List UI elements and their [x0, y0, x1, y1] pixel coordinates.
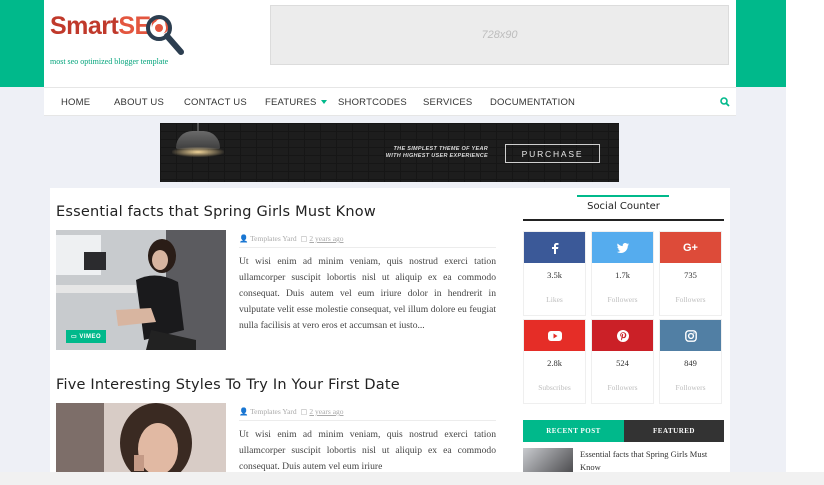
- divider: [523, 219, 724, 221]
- tab-featured[interactable]: FEATURED: [624, 420, 724, 442]
- post-title[interactable]: Five Interesting Styles To Try In Your F…: [56, 377, 400, 393]
- main-navigation: HOME ABOUT US CONTACT US FEATURES SHORTC…: [44, 87, 736, 116]
- header-accent-band-right: [736, 0, 786, 87]
- facebook-label: Likes: [546, 295, 563, 304]
- calendar-icon: ▢: [300, 234, 308, 243]
- google-plus-count: 735: [684, 270, 697, 280]
- twitter-label: Followers: [607, 295, 638, 304]
- magnifier-logo-icon: [146, 15, 184, 55]
- banner-tagline-line2: WITH HIGHEST USER EXPERIENCE: [385, 153, 488, 159]
- search-icon[interactable]: [720, 97, 730, 107]
- banner-tagline-line1: THE SIMPLEST THEME OF YEAR: [393, 146, 488, 152]
- nav-item-contact-us[interactable]: CONTACT US: [184, 97, 247, 108]
- instagram-label: Followers: [675, 383, 706, 392]
- nav-item-about-us[interactable]: ABOUT US: [114, 97, 164, 108]
- facebook-count: 3.5k: [547, 270, 562, 280]
- lamp-glow: [172, 147, 224, 157]
- post-title[interactable]: Essential facts that Spring Girls Must K…: [56, 204, 376, 220]
- site-tagline: most seo optimized blogger template: [50, 57, 169, 66]
- lamp-cord: [197, 123, 199, 131]
- ad-placeholder-728x90[interactable]: 728x90: [270, 5, 729, 65]
- horizontal-scrollbar[interactable]: [0, 472, 824, 485]
- social-counter-title: Social Counter: [587, 201, 660, 212]
- header-accent-band-left: [0, 0, 44, 87]
- divider: [239, 420, 496, 421]
- social-youtube[interactable]: 2.8k Subscribes: [523, 319, 586, 404]
- nav-item-services[interactable]: SERVICES: [423, 97, 472, 108]
- post-author[interactable]: Templates Yard: [250, 407, 297, 416]
- nav-item-features[interactable]: FEATURES: [265, 97, 327, 108]
- youtube-count: 2.8k: [547, 358, 562, 368]
- banner-tagline: THE SIMPLEST THEME OF YEAR WITH HIGHEST …: [358, 146, 488, 160]
- google-plus-icon: G+: [660, 232, 721, 263]
- chevron-down-icon: [320, 100, 327, 105]
- post-thumbnail[interactable]: ▭ VIMEO: [56, 230, 226, 350]
- badge-label: VIMEO: [79, 334, 102, 340]
- post-excerpt: Ut wisi enim ad minim veniam, quis nostr…: [239, 429, 496, 472]
- video-category-badge[interactable]: ▭ VIMEO: [66, 330, 107, 343]
- pinterest-label: Followers: [607, 383, 638, 392]
- nav-item-home[interactable]: HOME: [61, 97, 90, 108]
- nav-item-shortcodes[interactable]: SHORTCODES: [338, 97, 407, 108]
- post-thumbnail[interactable]: [56, 403, 226, 472]
- social-pinterest[interactable]: 524 Followers: [591, 319, 654, 404]
- social-twitter[interactable]: 1.7k Followers: [591, 231, 654, 316]
- sidebar-tabs: RECENT POST FEATURED: [523, 420, 724, 442]
- post-author[interactable]: Templates Yard: [250, 234, 297, 243]
- instagram-icon: [660, 320, 721, 351]
- post-excerpt: Ut wisi enim ad minim veniam, quis nostr…: [239, 256, 496, 331]
- site-logo[interactable]: SmartSEO: [50, 11, 190, 55]
- user-icon: 👤: [239, 407, 249, 416]
- twitter-count: 1.7k: [615, 270, 630, 280]
- social-facebook[interactable]: 3.5k Likes: [523, 231, 586, 316]
- social-instagram[interactable]: 849 Followers: [659, 319, 722, 404]
- site-header: SmartSEO most seo optimized blogger temp…: [44, 0, 736, 87]
- recent-post-title[interactable]: Essential facts that Spring Girls Must K…: [580, 448, 724, 474]
- google-plus-label: Followers: [675, 295, 706, 304]
- logo-text-smart: Smart: [50, 12, 119, 40]
- nav-item-documentation[interactable]: DOCUMENTATION: [490, 97, 575, 108]
- social-google-plus[interactable]: G+ 735 Followers: [659, 231, 722, 316]
- pinterest-icon: [592, 320, 653, 351]
- tab-recent-post[interactable]: RECENT POST: [523, 420, 624, 442]
- post-date[interactable]: 2 years ago: [309, 234, 343, 243]
- post-date[interactable]: 2 years ago: [309, 407, 343, 416]
- nav-item-features-label: FEATURES: [265, 97, 317, 108]
- purchase-button[interactable]: PURCHASE: [505, 144, 600, 163]
- woman-portrait-image: [56, 403, 226, 472]
- youtube-icon: [524, 320, 585, 351]
- calendar-icon: ▢: [300, 407, 308, 416]
- post-meta: 👤 Templates Yard ▢ 2 years ago: [239, 407, 344, 416]
- instagram-count: 849: [684, 358, 697, 368]
- youtube-label: Subscribes: [538, 383, 571, 392]
- recent-post-thumbnail[interactable]: [523, 448, 573, 472]
- divider: [239, 247, 496, 248]
- user-icon: 👤: [239, 234, 249, 243]
- promo-banner[interactable]: THE SIMPLEST THEME OF YEAR WITH HIGHEST …: [160, 123, 619, 182]
- main-content: Essential facts that Spring Girls Must K…: [50, 188, 730, 472]
- widget-title-accent: [577, 195, 669, 197]
- pinterest-count: 524: [616, 358, 629, 368]
- facebook-icon: [524, 232, 585, 263]
- twitter-icon: [592, 232, 653, 263]
- post-meta: 👤 Templates Yard ▢ 2 years ago: [239, 234, 344, 243]
